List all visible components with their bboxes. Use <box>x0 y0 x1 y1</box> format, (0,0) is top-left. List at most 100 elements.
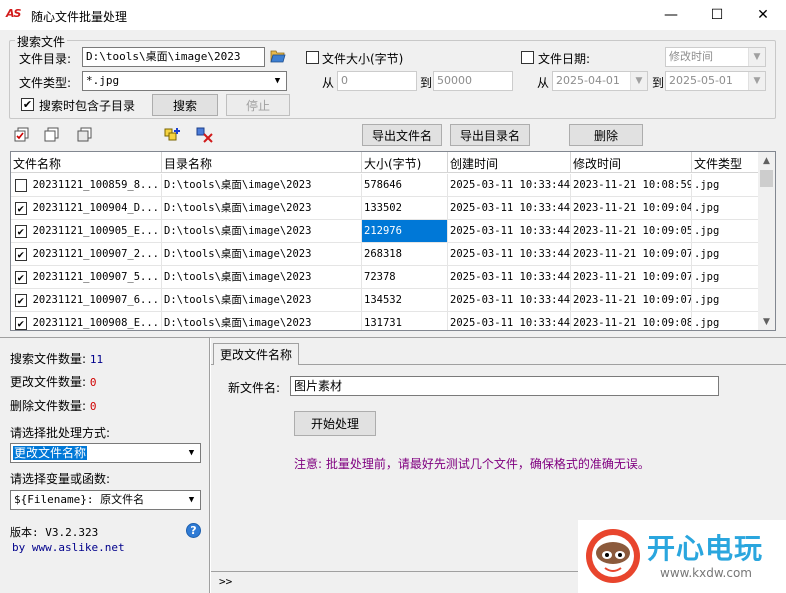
col-header-modified[interactable]: 修改时间 <box>571 152 692 173</box>
col-header-created[interactable]: 创建时间 <box>448 152 571 173</box>
subdir-checkbox[interactable]: ✔ <box>21 98 34 111</box>
maximize-button[interactable]: ☐ <box>694 0 740 30</box>
date-from-picker[interactable]: 2025-04-01 ▼ <box>552 71 648 91</box>
close-button[interactable]: ✕ <box>740 0 786 30</box>
table-row[interactable]: ✔ 20231121_100907_6... D:\tools\桌面\image\2… <box>11 289 760 312</box>
cell-name[interactable]: ✔ 20231121_100908_E... <box>11 312 162 330</box>
cell-type[interactable]: .jpg <box>692 174 760 197</box>
cell-type[interactable]: .jpg <box>692 312 760 330</box>
export-filenames-button[interactable]: 导出文件名 <box>362 124 442 146</box>
col-header-dirname[interactable]: 目录名称 <box>162 152 362 173</box>
cell-dir[interactable]: D:\tools\桌面\image\2023 <box>162 243 362 266</box>
cell-modified[interactable]: 2023-11-21 10:09:08 <box>571 312 692 330</box>
help-icon[interactable]: ? <box>186 523 201 538</box>
cell-type[interactable]: .jpg <box>692 266 760 289</box>
cell-name[interactable]: ✔ 20231121_100907_6... <box>11 289 162 312</box>
cell-size[interactable]: 72378 <box>362 266 448 289</box>
delete-button[interactable]: 删除 <box>569 124 643 146</box>
vertical-splitter[interactable] <box>209 338 211 593</box>
cell-name[interactable]: ✔ 20231121_100904_D... <box>11 197 162 220</box>
cell-created[interactable]: 2025-03-11 10:33:44 <box>448 174 571 197</box>
size-to-input[interactable]: 50000 <box>433 71 513 91</box>
website-link[interactable]: by www.aslike.net <box>12 541 125 554</box>
batch-mode-combo[interactable]: 更改文件名称 ▼ <box>10 443 201 463</box>
type-combo[interactable]: *.jpg ▼ <box>82 71 287 91</box>
row-checkbox[interactable]: ✔ <box>15 293 27 307</box>
invert-selection-button[interactable] <box>77 127 93 146</box>
minimize-button[interactable]: — <box>648 0 694 30</box>
cell-size[interactable]: 212976 <box>362 220 448 243</box>
cell-modified[interactable]: 2023-11-21 10:09:07 <box>571 266 692 289</box>
cell-created[interactable]: 2025-03-11 10:33:44 <box>448 312 571 330</box>
add-files-button[interactable] <box>164 126 182 147</box>
cell-name[interactable]: ✔ 20231121_100907_5... <box>11 266 162 289</box>
size-from-input[interactable]: 0 <box>337 71 417 91</box>
row-checkbox[interactable]: ✔ <box>15 201 27 215</box>
select-all-button[interactable] <box>14 127 30 146</box>
remove-files-button[interactable] <box>196 126 214 147</box>
expand-toggle[interactable]: >> <box>219 575 232 588</box>
cell-modified[interactable]: 2023-11-21 10:09:05 <box>571 220 692 243</box>
new-name-input[interactable]: 图片素材 <box>290 376 719 396</box>
date-checkbox[interactable] <box>521 51 534 64</box>
cell-type[interactable]: .jpg <box>692 197 760 220</box>
cell-name[interactable]: 20231121_100859_8... <box>11 174 162 197</box>
cell-size[interactable]: 134532 <box>362 289 448 312</box>
col-header-size[interactable]: 大小(字节) <box>362 152 448 173</box>
cell-dir[interactable]: D:\tools\桌面\image\2023 <box>162 289 362 312</box>
date-mode-combo[interactable]: 修改时间 ▼ <box>665 47 766 67</box>
cell-type[interactable]: .jpg <box>692 289 760 312</box>
table-row[interactable]: ✔ 20231121_100908_E... D:\tools\桌面\image\2… <box>11 312 760 330</box>
file-table[interactable]: 文件名称 目录名称 大小(字节) 创建时间 修改时间 文件类型 20231121… <box>10 151 776 331</box>
search-button[interactable]: 搜索 <box>152 94 218 116</box>
var-combo[interactable]: ${Filename}: 原文件名 ▼ <box>10 490 201 510</box>
table-scrollbar[interactable]: ▲ ▼ <box>758 152 775 330</box>
cell-name[interactable]: ✔ 20231121_100907_2... <box>11 243 162 266</box>
start-process-button[interactable]: 开始处理 <box>294 411 376 436</box>
table-row[interactable]: 20231121_100859_8... D:\tools\桌面\image\20… <box>11 174 760 197</box>
cell-type[interactable]: .jpg <box>692 220 760 243</box>
row-checkbox[interactable]: ✔ <box>15 270 27 284</box>
size-checkbox[interactable] <box>306 51 319 64</box>
stop-button[interactable]: 停止 <box>226 94 290 116</box>
cell-name[interactable]: ✔ 20231121_100905_E... <box>11 220 162 243</box>
date-to-picker[interactable]: 2025-05-01 ▼ <box>665 71 766 91</box>
cell-size[interactable]: 131731 <box>362 312 448 330</box>
cell-created[interactable]: 2025-03-11 10:33:44 <box>448 197 571 220</box>
col-header-filename[interactable]: 文件名称 <box>11 152 162 173</box>
col-header-filetype[interactable]: 文件类型 <box>692 152 760 173</box>
cell-dir[interactable]: D:\tools\桌面\image\2023 <box>162 266 362 289</box>
cell-size[interactable]: 578646 <box>362 174 448 197</box>
cell-dir[interactable]: D:\tools\桌面\image\2023 <box>162 220 362 243</box>
cell-created[interactable]: 2025-03-11 10:33:44 <box>448 266 571 289</box>
row-checkbox[interactable]: ✔ <box>15 316 27 330</box>
cell-modified[interactable]: 2023-11-21 10:09:07 <box>571 243 692 266</box>
cell-created[interactable]: 2025-03-11 10:33:44 <box>448 220 571 243</box>
table-row[interactable]: ✔ 20231121_100904_D... D:\tools\桌面\image\2… <box>11 197 760 220</box>
cell-type[interactable]: .jpg <box>692 243 760 266</box>
cell-dir[interactable]: D:\tools\桌面\image\2023 <box>162 312 362 330</box>
deselect-all-button[interactable] <box>44 127 60 146</box>
cell-modified[interactable]: 2023-11-21 10:08:59 <box>571 174 692 197</box>
dir-input[interactable]: D:\tools\桌面\image\2023 <box>82 47 265 67</box>
scroll-up-icon[interactable]: ▲ <box>758 152 775 169</box>
cell-size[interactable]: 133502 <box>362 197 448 220</box>
export-dirnames-button[interactable]: 导出目录名 <box>450 124 530 146</box>
row-checkbox[interactable] <box>15 178 27 192</box>
row-checkbox[interactable]: ✔ <box>15 224 27 238</box>
table-row[interactable]: ✔ 20231121_100907_5... D:\tools\桌面\image\2… <box>11 266 760 289</box>
scroll-down-icon[interactable]: ▼ <box>758 313 775 330</box>
cell-dir[interactable]: D:\tools\桌面\image\2023 <box>162 174 362 197</box>
row-checkbox[interactable]: ✔ <box>15 247 27 261</box>
cell-dir[interactable]: D:\tools\桌面\image\2023 <box>162 197 362 220</box>
scroll-thumb[interactable] <box>760 170 773 187</box>
cell-modified[interactable]: 2023-11-21 10:09:04 <box>571 197 692 220</box>
tab-rename[interactable]: 更改文件名称 <box>213 343 300 365</box>
cell-size[interactable]: 268318 <box>362 243 448 266</box>
table-row[interactable]: ✔ 20231121_100907_2... D:\tools\桌面\image\2… <box>11 243 760 266</box>
cell-modified[interactable]: 2023-11-21 10:09:07 <box>571 289 692 312</box>
table-row[interactable]: ✔ 20231121_100905_E... D:\tools\桌面\image\2… <box>11 220 760 243</box>
cell-created[interactable]: 2025-03-11 10:33:44 <box>448 289 571 312</box>
browse-folder-button[interactable] <box>270 49 286 66</box>
cell-created[interactable]: 2025-03-11 10:33:44 <box>448 243 571 266</box>
